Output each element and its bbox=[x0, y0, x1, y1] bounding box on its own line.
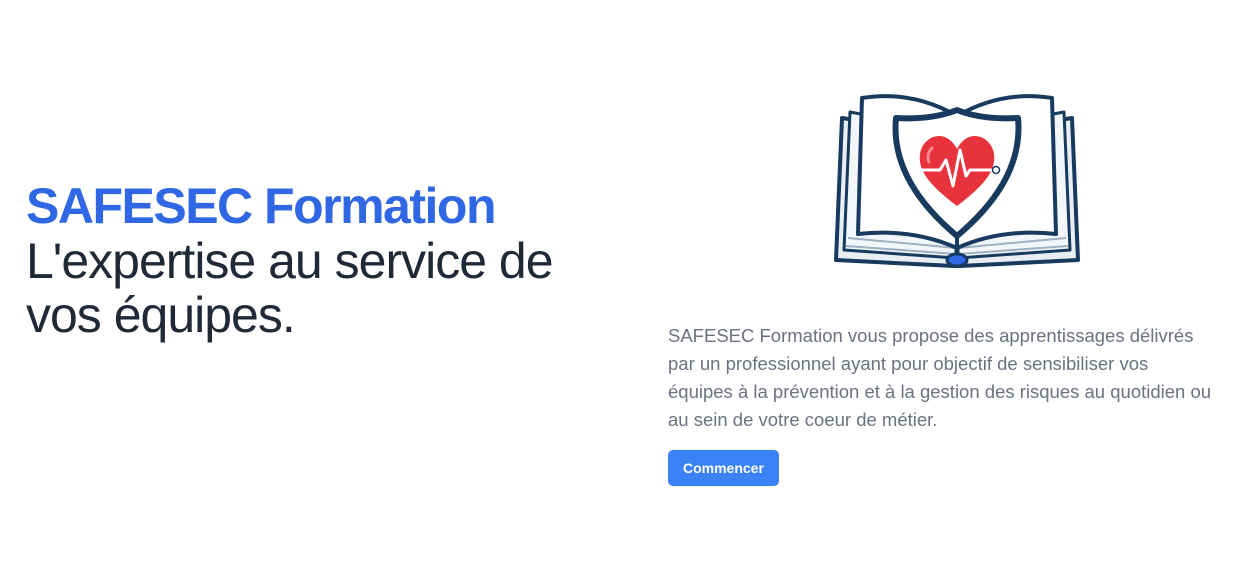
brand-title: SAFESEC Formation bbox=[26, 178, 496, 234]
book-shield-heart-icon bbox=[832, 88, 1082, 278]
intro-section: SAFESEC Formation vous propose des appre… bbox=[668, 322, 1213, 486]
hero-heading: SAFESEC Formation L'expertise au service… bbox=[26, 178, 626, 342]
start-button[interactable]: Commencer bbox=[668, 450, 779, 486]
intro-description: SAFESEC Formation vous propose des appre… bbox=[668, 325, 1212, 430]
hero-tagline: L'expertise au service de vos équipes. bbox=[26, 233, 554, 343]
landing-page: SAFESEC Formation L'expertise au service… bbox=[0, 0, 1236, 572]
